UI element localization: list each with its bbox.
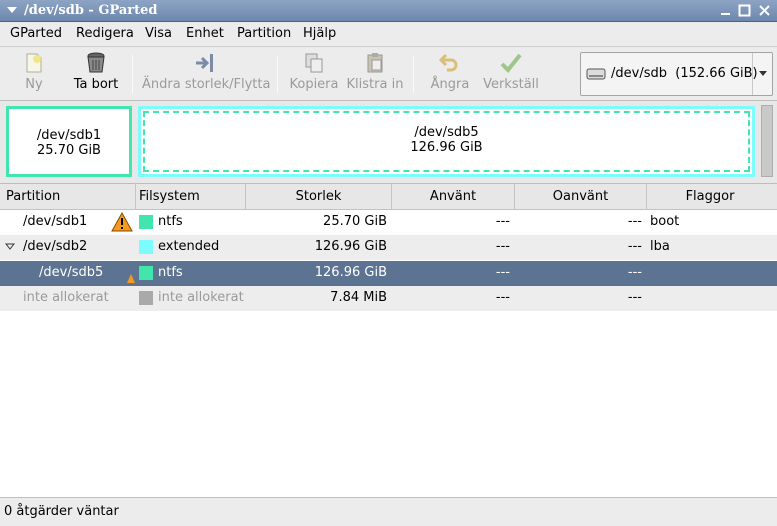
visual-partition-sdb2[interactable]: /dev/sdb5 126.96 GiB xyxy=(138,106,755,177)
undo-icon xyxy=(438,53,458,72)
new-partition-icon xyxy=(26,53,42,73)
row-unused: --- xyxy=(627,239,642,254)
copy-icon xyxy=(305,53,323,73)
new-button[interactable]: Ny xyxy=(14,51,54,97)
menu-bar: GParted Redigera Visa Enhet Partition Hj… xyxy=(0,22,777,47)
filesystem-color-swatch xyxy=(139,266,153,280)
row-filesystem: ntfs xyxy=(158,265,183,280)
row-unused: --- xyxy=(627,214,642,229)
menu-visa[interactable]: Visa xyxy=(145,26,172,41)
undo-button[interactable]: Ångra xyxy=(428,51,472,97)
table-row[interactable]: /dev/sdb2 extended 126.96 GiB --- --- lb… xyxy=(0,235,777,260)
row-used: --- xyxy=(495,214,510,229)
table-header: Partition Filsystem Storlek Använt Oanvä… xyxy=(0,184,777,210)
device-dropdown[interactable] xyxy=(752,53,772,95)
row-size: 126.96 GiB xyxy=(314,265,387,280)
filesystem-color-swatch xyxy=(139,291,153,305)
visual-sdb5-name: /dev/sdb5 xyxy=(414,125,479,140)
row-size: 7.84 MiB xyxy=(330,290,387,305)
menu-enhet[interactable]: Enhet xyxy=(186,26,224,41)
apply-button[interactable]: Verkställ xyxy=(482,51,540,97)
filesystem-color-swatch xyxy=(139,215,153,229)
col-size[interactable]: Storlek xyxy=(246,184,392,210)
table-row[interactable]: inte allokerat inte allokerat 7.84 MiB -… xyxy=(0,286,777,311)
disk-visual: /dev/sdb1 25.70 GiB /dev/sdb5 126.96 GiB xyxy=(0,101,777,183)
close-icon[interactable] xyxy=(758,4,771,17)
col-unused[interactable]: Oanvänt xyxy=(515,184,647,210)
toolbar-separator xyxy=(277,55,278,93)
row-size: 126.96 GiB xyxy=(314,239,387,254)
checkmark-icon xyxy=(500,53,522,73)
warning-icon xyxy=(111,212,133,232)
row-size: 25.70 GiB xyxy=(323,214,387,229)
row-flags: lba xyxy=(650,239,670,254)
menu-hjalp[interactable]: Hjälp xyxy=(303,26,336,41)
resize-move-button[interactable]: Ändra storlek/Flytta xyxy=(142,51,270,97)
device-size: (152.66 GiB) xyxy=(675,66,758,81)
visual-sdb1-name: /dev/sdb1 xyxy=(36,128,102,143)
visual-partition-sdb5[interactable]: /dev/sdb5 126.96 GiB xyxy=(143,111,750,172)
partition-table: Partition Filsystem Storlek Använt Oanvä… xyxy=(0,183,777,497)
row-partition: /dev/sdb2 xyxy=(23,239,88,254)
menu-redigera[interactable]: Redigera xyxy=(76,26,134,41)
expander-down-icon[interactable] xyxy=(5,243,15,251)
maximize-icon[interactable] xyxy=(738,4,751,17)
minimize-icon[interactable] xyxy=(719,4,732,17)
window-menu-icon[interactable] xyxy=(6,4,18,16)
row-partition: inte allokerat xyxy=(23,290,109,305)
table-row-selected[interactable]: /dev/sdb5 ntfs 126.96 GiB --- --- xyxy=(0,261,777,286)
paste-icon xyxy=(367,53,383,73)
toolbar: Ny Ta bort Ändra storlek/Flytta Kopiera … xyxy=(0,47,777,101)
device-path: /dev/sdb xyxy=(611,66,667,81)
row-unused: --- xyxy=(627,290,642,305)
harddisk-icon xyxy=(586,68,606,80)
trash-icon xyxy=(87,52,105,73)
visual-sdb5-size: 126.96 GiB xyxy=(410,140,483,155)
row-flags: boot xyxy=(650,214,680,229)
warning-icon xyxy=(127,274,135,283)
row-used: --- xyxy=(495,290,510,305)
title-bar: /dev/sdb - GParted xyxy=(0,0,777,22)
status-bar: 0 åtgärder väntar xyxy=(0,497,777,526)
row-unused: --- xyxy=(627,265,642,280)
filesystem-color-swatch xyxy=(139,240,153,254)
menu-gparted[interactable]: GParted xyxy=(10,26,62,41)
resize-move-icon xyxy=(196,54,213,72)
row-used: --- xyxy=(495,239,510,254)
chevron-down-icon xyxy=(759,71,767,76)
row-used: --- xyxy=(495,265,510,280)
copy-button[interactable]: Kopiera xyxy=(288,51,340,97)
row-filesystem: inte allokerat xyxy=(158,290,244,305)
toolbar-separator xyxy=(132,55,133,93)
col-filesystem[interactable]: Filsystem xyxy=(136,184,246,210)
window-title: /dev/sdb - GParted xyxy=(24,3,158,18)
col-partition[interactable]: Partition xyxy=(0,184,136,210)
pending-operations-status: 0 åtgärder väntar xyxy=(4,504,119,519)
paste-button[interactable]: Klistra in xyxy=(346,51,404,97)
delete-button[interactable]: Ta bort xyxy=(70,51,122,97)
row-partition: /dev/sdb5 xyxy=(39,265,104,280)
visual-partition-sdb1[interactable]: /dev/sdb1 25.70 GiB xyxy=(6,106,132,177)
toolbar-separator xyxy=(413,55,414,93)
col-flags[interactable]: Flaggor xyxy=(647,184,773,210)
visual-sdb1-size: 25.70 GiB xyxy=(37,143,101,158)
device-selector[interactable]: /dev/sdb (152.66 GiB) xyxy=(580,52,773,96)
menu-partition[interactable]: Partition xyxy=(237,26,291,41)
col-used[interactable]: Använt xyxy=(392,184,515,210)
row-partition: /dev/sdb1 xyxy=(23,214,88,229)
table-row[interactable]: /dev/sdb1 ntfs 25.70 GiB --- --- boot xyxy=(0,210,777,235)
row-filesystem: ntfs xyxy=(158,214,183,229)
visual-scrollbar[interactable] xyxy=(761,105,773,177)
row-filesystem: extended xyxy=(158,239,220,254)
